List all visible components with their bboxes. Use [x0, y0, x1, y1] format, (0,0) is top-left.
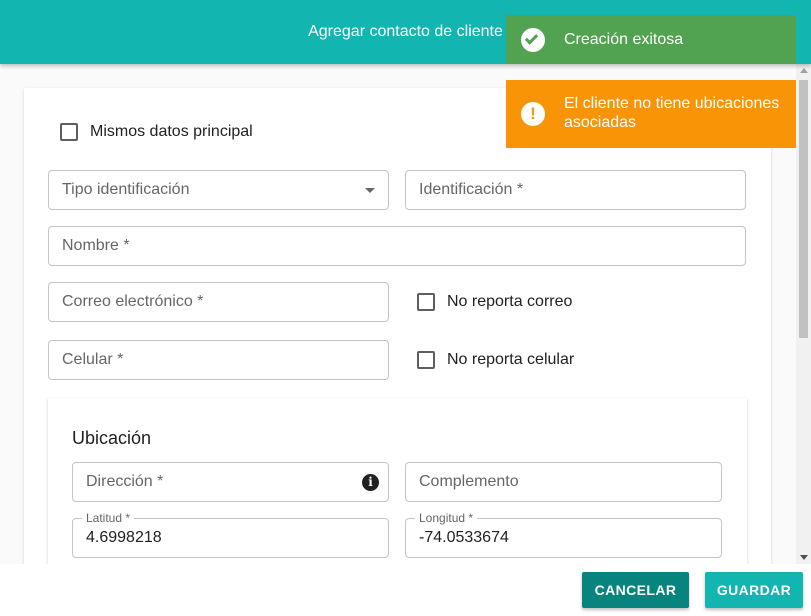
success-toast-text: Creación exitosa [564, 31, 684, 48]
dialog-actions: CANCELAR GUARDAR [0, 564, 811, 616]
same-data-option[interactable]: Mismos datos principal [60, 123, 253, 141]
no-celular-checkbox[interactable] [417, 351, 435, 369]
same-data-label: Mismos datos principal [90, 123, 253, 140]
warning-toast[interactable]: ! El cliente no tiene ubicaciones asocia… [506, 80, 796, 148]
chevron-down-icon [365, 188, 375, 193]
celular-placeholder: Celular * [62, 351, 124, 368]
latitud-value: 4.6998218 [86, 529, 162, 546]
info-icon[interactable]: i [362, 474, 379, 491]
scroll-up-arrow-icon[interactable] [800, 68, 808, 73]
check-circle-icon [521, 28, 545, 52]
no-celular-label: No reporta celular [447, 351, 575, 368]
warning-toast-text: El cliente no tiene ubicaciones asociada… [564, 95, 780, 131]
latitud-input[interactable]: Latitud * 4.6998218 [72, 511, 389, 558]
scroll-down-arrow-icon[interactable] [800, 555, 808, 560]
ubicacion-section: Ubicación Dirección * i Complemento Lati… [48, 398, 747, 564]
longitud-input[interactable]: Longitud * -74.0533674 [405, 511, 722, 558]
no-correo-checkbox[interactable] [417, 293, 435, 311]
direccion-placeholder: Dirección * [86, 473, 164, 490]
no-correo-option[interactable]: No reporta correo [417, 293, 572, 311]
ubicacion-title: Ubicación [72, 428, 152, 448]
tipo-identificacion-placeholder: Tipo identificación [62, 181, 190, 198]
cancel-button[interactable]: CANCELAR [582, 572, 689, 608]
no-celular-option[interactable]: No reporta celular [417, 351, 574, 369]
correo-placeholder: Correo electrónico * [62, 293, 204, 310]
exclamation-circle-icon: ! [521, 102, 545, 126]
tipo-identificacion-select[interactable]: Tipo identificación [48, 170, 389, 210]
scroll-thumb[interactable] [799, 80, 808, 338]
identificacion-input[interactable]: Identificación * [405, 170, 746, 210]
celular-input[interactable]: Celular * [48, 340, 389, 380]
direccion-input[interactable]: Dirección * i [72, 462, 389, 502]
longitud-value: -74.0533674 [419, 529, 509, 546]
complemento-input[interactable]: Complemento [405, 462, 722, 502]
correo-input[interactable]: Correo electrónico * [48, 282, 389, 322]
identificacion-placeholder: Identificación * [419, 181, 524, 198]
content-scrollbar[interactable] [796, 64, 811, 564]
complemento-placeholder: Complemento [419, 473, 519, 490]
nombre-input[interactable]: Nombre * [48, 226, 746, 266]
longitud-label: Longitud * [415, 511, 478, 525]
no-correo-label: No reporta correo [447, 293, 573, 310]
nombre-placeholder: Nombre * [62, 237, 130, 254]
success-toast[interactable]: Creación exitosa [506, 15, 796, 64]
same-data-checkbox[interactable] [60, 123, 78, 141]
save-button[interactable]: GUARDAR [705, 572, 803, 608]
latitud-label: Latitud * [82, 511, 135, 525]
contact-form-card: Mismos datos principal Tipo identificaci… [24, 88, 771, 564]
